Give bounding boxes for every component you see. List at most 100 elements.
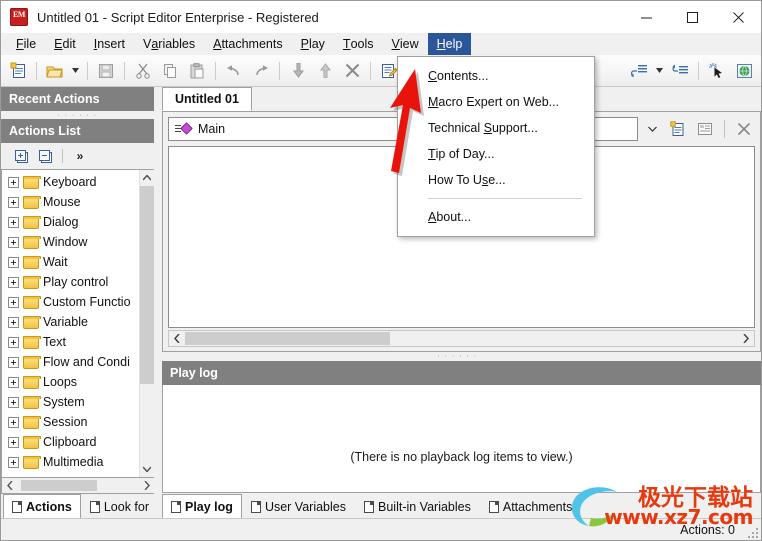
menu-insert[interactable]: Insert xyxy=(85,33,134,55)
collapse-all-icon[interactable] xyxy=(35,146,55,166)
menu-play[interactable]: Play xyxy=(292,33,334,55)
expand-plus-icon[interactable] xyxy=(8,336,19,348)
expand-plus-icon[interactable] xyxy=(8,216,19,228)
tree-item-text[interactable]: Text xyxy=(2,332,139,352)
tab-look-for[interactable]: Look for xyxy=(80,495,159,518)
tree-item-wait[interactable]: Wait xyxy=(2,252,139,272)
scroll-right-icon[interactable] xyxy=(139,481,154,490)
tree-item-window[interactable]: Window xyxy=(2,232,139,252)
expand-plus-icon[interactable] xyxy=(8,356,19,368)
expand-plus-icon[interactable] xyxy=(8,436,19,448)
record-icon[interactable] xyxy=(626,58,652,84)
expand-plus-icon[interactable] xyxy=(8,396,19,408)
actions-tree[interactable]: Keyboard Mouse Dialog Window Wait Play contro… xyxy=(2,170,139,477)
close-icon[interactable] xyxy=(715,1,761,33)
step-icon[interactable] xyxy=(667,58,693,84)
menu-help[interactable]: Help xyxy=(427,33,472,55)
expand-plus-icon[interactable] xyxy=(8,256,19,268)
tab-built-in-variables[interactable]: Built-in Variables xyxy=(355,495,480,518)
editor-hscrollbar[interactable] xyxy=(168,330,755,347)
hscroll-thumb[interactable] xyxy=(21,480,97,491)
help-menu-item-technical-support[interactable]: Technical Support... xyxy=(398,115,594,141)
vscroll-thumb[interactable] xyxy=(140,186,154,384)
tree-item-loops[interactable]: Loops xyxy=(2,372,139,392)
capture-icon[interactable] xyxy=(704,58,730,84)
cut-icon[interactable] xyxy=(130,58,156,84)
tree-item-multimedia[interactable]: Multimedia xyxy=(2,452,139,472)
combo-dropdown-arrow[interactable] xyxy=(643,118,662,140)
help-menu-item-about[interactable]: About... xyxy=(398,204,594,230)
tab-user-variables[interactable]: User Variables xyxy=(241,495,355,518)
save-icon[interactable] xyxy=(93,58,119,84)
move-up-icon[interactable] xyxy=(312,58,338,84)
tree-item-flow-and-condi[interactable]: Flow and Condi xyxy=(2,352,139,372)
tab-attachments[interactable]: Attachments xyxy=(479,495,582,518)
web-icon[interactable] xyxy=(731,58,757,84)
tree-item-custom-functio[interactable]: Custom Functio xyxy=(2,292,139,312)
tree-item-play-control[interactable]: Play control xyxy=(2,272,139,292)
move-down-icon[interactable] xyxy=(285,58,311,84)
delete-icon[interactable] xyxy=(339,58,365,84)
menu-view[interactable]: View xyxy=(383,33,428,55)
expand-plus-icon[interactable] xyxy=(8,416,19,428)
tab-actions[interactable]: Actions xyxy=(3,494,81,518)
help-menu-item-tip-of-day[interactable]: Tip of Day... xyxy=(398,141,594,167)
expand-plus-icon[interactable] xyxy=(8,296,19,308)
editor-hscroll-thumb[interactable] xyxy=(185,332,390,345)
properties-icon[interactable] xyxy=(694,118,716,140)
open-dropdown-caret-icon[interactable] xyxy=(69,58,82,84)
pane-splitter-grip[interactable]: · · · · · · xyxy=(1,111,154,119)
more-chevron-icon[interactable]: » xyxy=(70,146,90,166)
play-log-body[interactable]: (There is no playback log items to view.… xyxy=(162,385,761,493)
menu-variables[interactable]: Va riables xyxy=(134,33,204,55)
expand-plus-icon[interactable] xyxy=(8,316,19,328)
help-menu-item-macro-expert-on-web[interactable]: Macro Expert on Web... xyxy=(398,89,594,115)
expand-plus-icon[interactable] xyxy=(8,456,19,468)
expand-plus-icon[interactable] xyxy=(8,276,19,288)
menu-tools[interactable]: Tools xyxy=(334,33,383,55)
tree-item-dialog[interactable]: Dialog xyxy=(2,212,139,232)
expand-plus-icon[interactable] xyxy=(8,196,19,208)
editor-hscroll-track[interactable] xyxy=(185,331,738,346)
tab-play-log[interactable]: Play log xyxy=(162,494,242,518)
redo-icon[interactable] xyxy=(248,58,274,84)
scroll-left-icon[interactable] xyxy=(2,481,17,490)
help-menu-item-how-to-use[interactable]: How To Us e... xyxy=(398,167,594,193)
close-block-icon[interactable] xyxy=(733,118,755,140)
undo-icon[interactable] xyxy=(221,58,247,84)
editor-scroll-left-icon[interactable] xyxy=(169,334,185,343)
expand-plus-icon[interactable] xyxy=(8,176,19,188)
tree-item-clipboard[interactable]: Clipboard xyxy=(2,432,139,452)
menu-file[interactable]: File xyxy=(7,33,45,55)
tree-item-session[interactable]: Session xyxy=(2,412,139,432)
open-icon[interactable] xyxy=(42,58,68,84)
tree-item-variable[interactable]: Variable xyxy=(2,312,139,332)
actions-tree-hscrollbar[interactable] xyxy=(1,478,154,494)
hscroll-track[interactable] xyxy=(17,478,139,493)
new-script-icon[interactable] xyxy=(5,58,31,84)
help-menu-dropdown[interactable]: Contents... Macro Expert on Web... Techn… xyxy=(397,56,595,237)
minimize-icon[interactable] xyxy=(623,1,669,33)
help-menu-item-contents[interactable]: Contents... xyxy=(398,63,594,89)
expand-plus-icon[interactable] xyxy=(8,376,19,388)
menu-attachments[interactable]: Attachments xyxy=(204,33,291,55)
horizontal-splitter[interactable]: · · · · · · xyxy=(154,352,761,361)
expand-all-icon[interactable] xyxy=(11,146,31,166)
tree-item-system[interactable]: System xyxy=(2,392,139,412)
copy-icon[interactable] xyxy=(157,58,183,84)
scroll-up-icon[interactable] xyxy=(140,170,154,186)
paste-icon[interactable] xyxy=(184,58,210,84)
expand-plus-icon[interactable] xyxy=(8,236,19,248)
vscroll-track[interactable] xyxy=(140,186,154,461)
maximize-icon[interactable] xyxy=(669,1,715,33)
record-dropdown-caret-icon[interactable] xyxy=(653,58,666,84)
actions-tree-vscrollbar[interactable] xyxy=(139,170,154,477)
scroll-down-icon[interactable] xyxy=(140,461,154,477)
resize-grip-icon[interactable] xyxy=(746,526,758,538)
editor-scroll-right-icon[interactable] xyxy=(738,334,754,343)
new-block-icon[interactable] xyxy=(667,118,689,140)
tab-untitled-01[interactable]: Untitled 01 xyxy=(162,87,252,111)
tree-item-mouse[interactable]: Mouse xyxy=(2,192,139,212)
menu-edit[interactable]: Edit xyxy=(45,33,85,55)
tree-item-keyboard[interactable]: Keyboard xyxy=(2,172,139,192)
